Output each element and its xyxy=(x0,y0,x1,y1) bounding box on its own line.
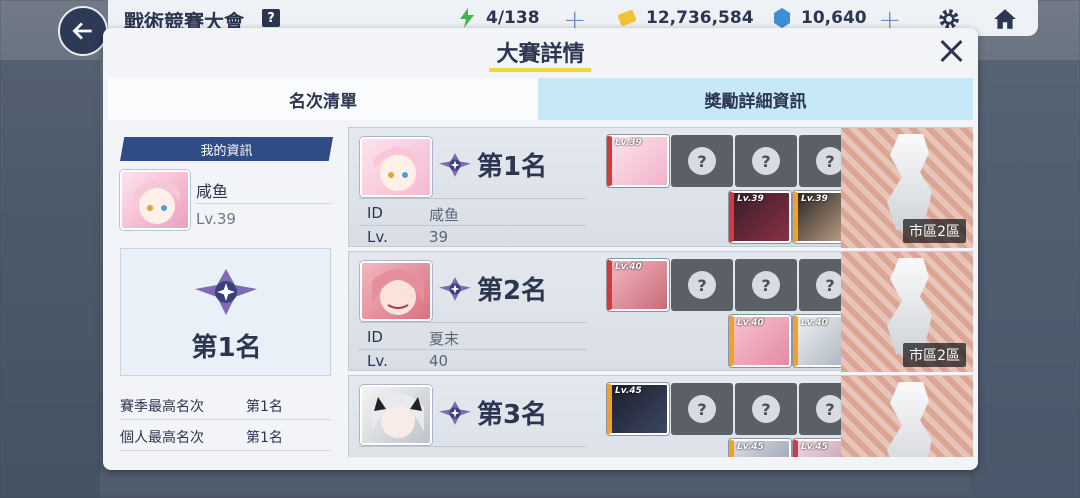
ranking-row[interactable]: 第3名 Lv.45 ? ? ? Lv.45 Lv.45 xyxy=(348,375,973,457)
row-rank: 第3名 xyxy=(477,400,548,430)
map-thumbnail: 市區2區 xyxy=(841,128,973,248)
coin-value: 12,736,584 xyxy=(646,8,754,28)
lightning-icon xyxy=(460,8,474,28)
stamina-value: 4/138 xyxy=(486,8,540,28)
character-level: Lv.45 xyxy=(615,386,642,396)
support-character-card[interactable]: Lv.40 xyxy=(729,315,791,367)
empty-slot: ? xyxy=(671,383,733,435)
lv-label: Lv. xyxy=(367,228,388,246)
building-image xyxy=(887,382,932,457)
my-name: 咸鱼 xyxy=(196,182,229,201)
help-icon[interactable]: ? xyxy=(262,9,280,27)
my-rank-card: 第1名 xyxy=(120,248,331,376)
divider xyxy=(359,198,587,199)
contest-details-modal: 大賽詳情 名次清單 獎勵詳細資訊 我的資訊 咸鱼 Lv.39 第1名 賽季最高名… xyxy=(103,28,978,470)
ranking-row[interactable]: 第1名 ID 咸鱼 Lv. 39 Lv.39 ? ? ? Lv.39 Lv.39… xyxy=(348,127,973,248)
empty-slot: ? xyxy=(735,135,797,187)
home-icon[interactable] xyxy=(992,6,1018,32)
coin-icon xyxy=(618,10,636,26)
character-level: Lv.39 xyxy=(737,194,764,204)
character-level: Lv.40 xyxy=(737,318,764,328)
divider xyxy=(359,322,587,323)
rank-emblem-icon xyxy=(195,269,257,315)
stat-value: 第1名 xyxy=(246,399,283,415)
unknown-icon: ? xyxy=(816,271,844,299)
empty-slot: ? xyxy=(671,135,733,187)
avatar xyxy=(120,170,190,230)
divider xyxy=(359,446,587,447)
stat-label: 賽季最高名次 xyxy=(120,399,204,415)
id-label: ID xyxy=(367,328,383,346)
player-level: 39 xyxy=(429,228,449,246)
avatar xyxy=(360,261,432,321)
row-rank: 第1名 xyxy=(477,152,548,182)
ranking-row[interactable]: 第2名 ID 夏末 Lv. 40 Lv.40 ? ? ? Lv.40 Lv.40… xyxy=(348,251,973,372)
character-level: Lv.45 xyxy=(801,442,828,452)
tab-reward-details[interactable]: 獎勵詳細資訊 xyxy=(538,78,973,120)
character-portrait-icon xyxy=(134,180,180,224)
empty-slot: ? xyxy=(671,259,733,311)
crystal-counter: 10,640 xyxy=(773,8,867,28)
unknown-icon: ? xyxy=(752,271,780,299)
unknown-icon: ? xyxy=(816,395,844,423)
character-level: Lv.39 xyxy=(801,194,828,204)
building-image xyxy=(887,258,932,354)
lv-label: Lv. xyxy=(367,352,388,370)
tab-ranking-list[interactable]: 名次清單 xyxy=(108,78,538,120)
ranking-list[interactable]: 第1名 ID 咸鱼 Lv. 39 Lv.39 ? ? ? Lv.39 Lv.39… xyxy=(348,127,973,457)
map-thumbnail: 市區2區 xyxy=(841,252,973,372)
map-label: 市區2區 xyxy=(903,343,966,367)
character-level: Lv.40 xyxy=(615,262,642,272)
coin-counter: 12,736,584 xyxy=(618,8,754,28)
map-thumbnail xyxy=(841,376,973,457)
avatar xyxy=(360,137,432,197)
id-label: ID xyxy=(367,204,383,222)
leader-character-card[interactable]: Lv.45 xyxy=(607,383,669,435)
personal-best-rank-row: 個人最高名次 第1名 xyxy=(120,421,331,451)
row-rank: 第2名 xyxy=(477,276,548,306)
character-level: Lv.39 xyxy=(615,138,642,148)
support-character-card[interactable]: Lv.45 xyxy=(729,439,791,457)
character-level: Lv.40 xyxy=(801,318,828,328)
player-id: 夏末 xyxy=(429,330,460,348)
season-best-rank-row: 賽季最高名次 第1名 xyxy=(120,390,331,420)
crystal-value: 10,640 xyxy=(801,8,867,28)
stamina-counter: 4/138 xyxy=(458,8,540,28)
leader-character-card[interactable]: Lv.40 xyxy=(607,259,669,311)
building-image xyxy=(887,134,932,230)
rank-emblem-icon xyxy=(439,153,471,177)
stat-label: 個人最高名次 xyxy=(120,430,204,446)
unknown-icon: ? xyxy=(752,147,780,175)
leader-character-card[interactable]: Lv.39 xyxy=(607,135,669,187)
rank-emblem-icon xyxy=(439,401,471,425)
unknown-icon: ? xyxy=(752,395,780,423)
avatar xyxy=(360,385,432,445)
unknown-icon: ? xyxy=(816,147,844,175)
title-underline xyxy=(489,68,591,72)
close-icon[interactable] xyxy=(936,36,966,66)
empty-slot: ? xyxy=(735,383,797,435)
modal-title: 大賽詳情 xyxy=(496,42,585,67)
unknown-icon: ? xyxy=(688,147,716,175)
my-level: Lv.39 xyxy=(196,210,236,228)
arrow-left-icon xyxy=(72,22,92,40)
my-rank-text: 第1名 xyxy=(191,333,262,363)
divider xyxy=(359,225,587,226)
player-id: 咸鱼 xyxy=(429,206,460,224)
map-label: 市區2區 xyxy=(903,219,966,243)
tab-bar: 名次清單 獎勵詳細資訊 xyxy=(108,78,973,120)
support-character-card[interactable]: Lv.39 xyxy=(729,191,791,243)
back-button[interactable] xyxy=(58,6,108,56)
crystal-icon xyxy=(774,8,790,28)
stat-value: 第1名 xyxy=(246,430,283,446)
rank-emblem-icon xyxy=(439,277,471,301)
my-info-header: 我的資訊 xyxy=(120,137,333,161)
unknown-icon: ? xyxy=(688,271,716,299)
divider xyxy=(196,203,331,204)
character-level: Lv.45 xyxy=(737,442,764,452)
unknown-icon: ? xyxy=(688,395,716,423)
player-level: 40 xyxy=(429,352,449,370)
divider xyxy=(359,349,587,350)
empty-slot: ? xyxy=(735,259,797,311)
